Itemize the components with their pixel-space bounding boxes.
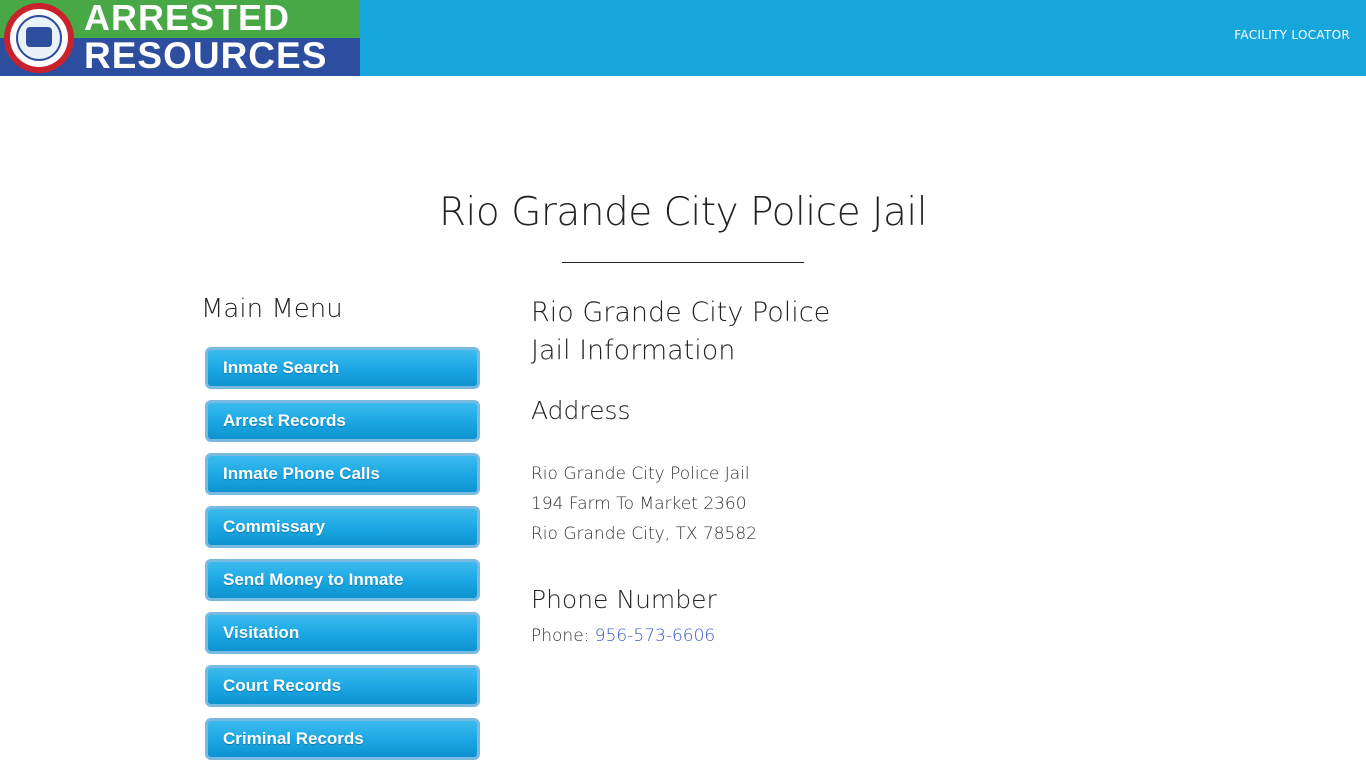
menu-button-send-money[interactable]: Send Money to Inmate — [205, 559, 480, 601]
address-line-city: Rio Grande City, TX 78582 — [531, 524, 757, 544]
phone-number-link[interactable]: 956-573-6606 — [595, 626, 715, 646]
address-heading: Address — [531, 396, 631, 425]
address-block: Rio Grande City Police Jail 194 Farm To … — [531, 459, 831, 549]
menu-button-inmate-phone-calls[interactable]: Inmate Phone Calls — [205, 453, 480, 495]
facility-info-heading: Rio Grande City Police Jail Information — [531, 297, 831, 366]
title-divider — [562, 262, 804, 263]
main-menu: Inmate Search Arrest Records Inmate Phon… — [205, 347, 480, 768]
main-menu-heading: Main Menu — [201, 294, 343, 324]
menu-button-commissary[interactable]: Commissary — [205, 506, 480, 548]
address-line-street: 194 Farm To Market 2360 — [531, 494, 747, 514]
menu-button-inmate-search[interactable]: Inmate Search — [205, 347, 480, 389]
page-title: Rio Grande City Police Jail — [438, 190, 928, 235]
phone-heading: Phone Number — [531, 585, 717, 614]
menu-button-court-records[interactable]: Court Records — [205, 665, 480, 707]
address-line-name: Rio Grande City Police Jail — [531, 464, 750, 484]
menu-button-visitation[interactable]: Visitation — [205, 612, 480, 654]
menu-button-criminal-records[interactable]: Criminal Records — [205, 718, 480, 760]
site-header: ARRESTED RESOURCES FACILITY LOCATOR — [0, 0, 1366, 76]
logo-text-line1: ARRESTED — [84, 0, 291, 38]
facility-info: Rio Grande City Police Jail Information … — [531, 294, 831, 646]
facility-locator-link[interactable]: FACILITY LOCATOR — [1234, 28, 1350, 42]
phone-label: Phone: — [531, 626, 595, 646]
site-logo[interactable]: ARRESTED RESOURCES — [0, 0, 360, 76]
phone-line: Phone: 956-573-6606 — [531, 626, 831, 646]
seal-icon — [4, 3, 74, 73]
menu-button-arrest-records[interactable]: Arrest Records — [205, 400, 480, 442]
logo-text-line2: RESOURCES — [84, 35, 328, 76]
